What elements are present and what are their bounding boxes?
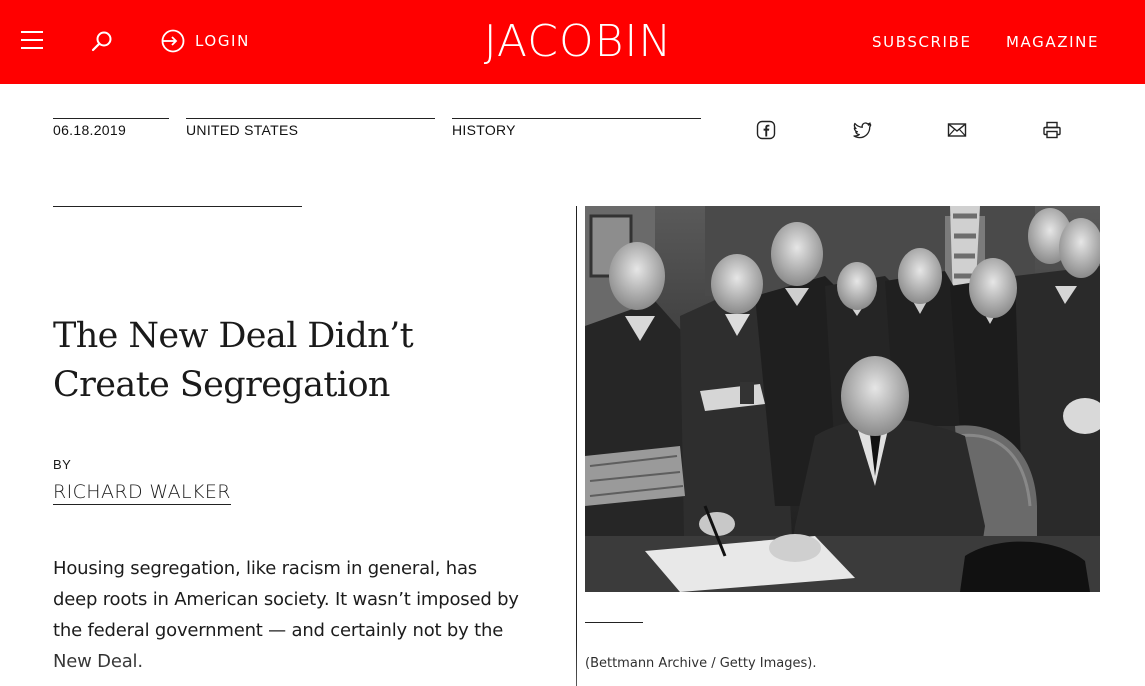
mail-icon[interactable] [947,120,967,140]
topic-link[interactable]: HISTORY [452,118,701,138]
magazine-link[interactable]: MAGAZINE [1006,33,1099,51]
login-label: LOGIN [195,32,250,50]
article-lede: Housing segregation, like racism in gene… [53,558,519,672]
login-button[interactable]: LOGIN [161,29,250,53]
column-divider [576,206,577,686]
login-icon [161,29,185,53]
search-icon[interactable] [91,30,113,52]
author-link[interactable]: RICHARD WALKER [53,481,231,505]
article-title: The New Deal Didn’t Create Segregation [53,316,414,405]
caption-divider [585,622,643,623]
print-icon[interactable] [1042,120,1062,140]
site-header: LOGIN JACOBIN SUBSCRIBE MAGAZINE [0,0,1145,84]
menu-icon[interactable] [21,30,43,50]
site-logo[interactable]: JACOBIN [466,16,690,68]
article-date: 06.18.2019 [53,118,169,138]
title-divider [53,206,302,207]
image-caption: (Bettmann Archive / Getty Images). [585,656,817,671]
subscribe-link[interactable]: SUBSCRIBE [872,33,972,51]
facebook-icon[interactable] [756,120,776,140]
twitter-icon[interactable] [852,120,872,140]
article-photo [585,206,1100,592]
region-link[interactable]: UNITED STATES [186,118,435,138]
byline-label: BY [53,457,72,472]
